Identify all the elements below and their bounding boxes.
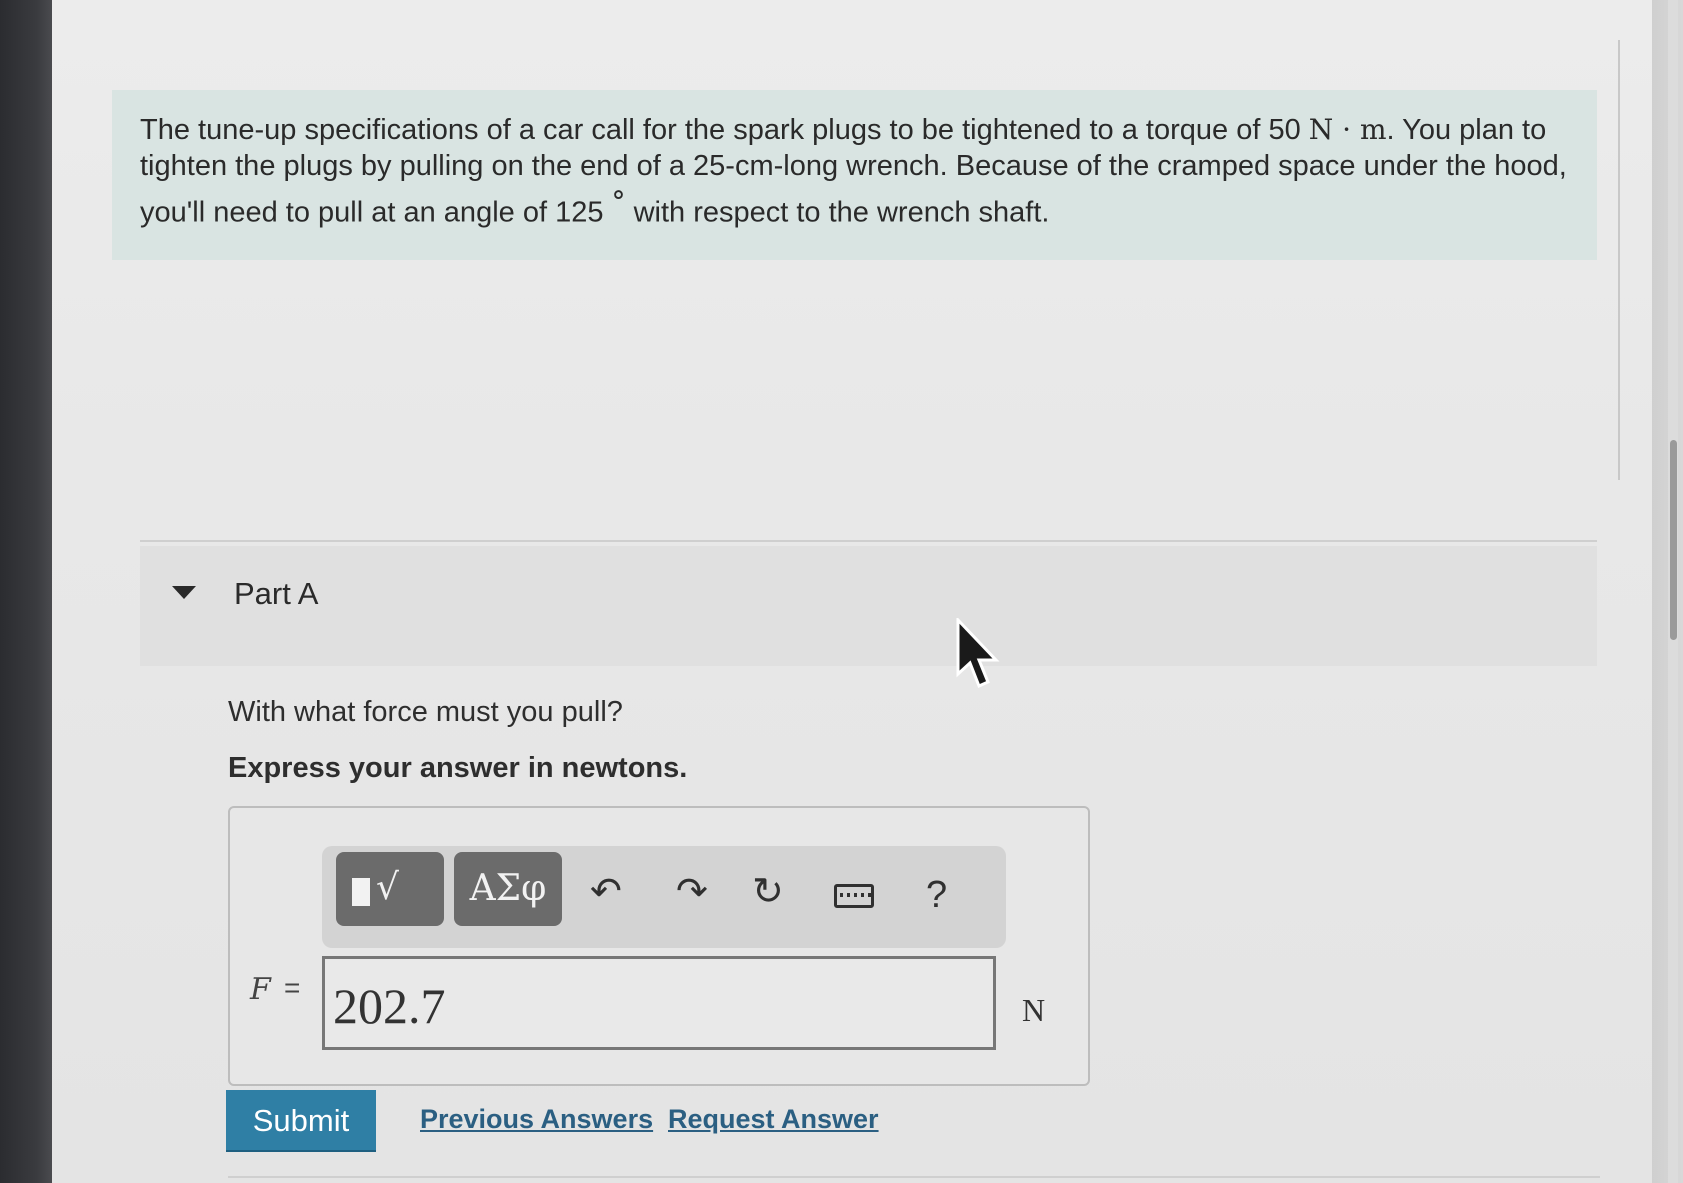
previous-answers-link[interactable]: Previous Answers bbox=[420, 1104, 653, 1135]
submit-button[interactable]: Submit bbox=[226, 1090, 376, 1150]
page-edge-rule bbox=[1618, 40, 1620, 480]
question-text: With what force must you pull? bbox=[228, 696, 623, 728]
part-title[interactable]: Part A bbox=[234, 576, 318, 612]
answer-instruction: Express your answer in newtons. bbox=[228, 752, 688, 784]
monitor-bezel-left bbox=[0, 0, 52, 1183]
answer-input[interactable] bbox=[322, 956, 996, 1050]
problem-statement: The tune-up specifications of a car call… bbox=[112, 90, 1597, 260]
part-a-header[interactable] bbox=[140, 546, 1597, 666]
redo-icon[interactable]: ↷ bbox=[676, 868, 708, 914]
reset-icon[interactable]: ↻ bbox=[752, 868, 784, 914]
bottom-divider bbox=[228, 1176, 1600, 1178]
problem-text: The tune-up specifications of a car call… bbox=[140, 112, 1569, 231]
problem-text-part-1: The tune-up specifications of a car call… bbox=[140, 114, 1301, 146]
torque-unit: N · m bbox=[1308, 113, 1387, 146]
section-divider bbox=[140, 540, 1597, 542]
keyboard-icon[interactable] bbox=[834, 884, 874, 908]
collapse-caret-icon[interactable] bbox=[172, 586, 196, 599]
templates-button[interactable]: √ bbox=[336, 852, 444, 926]
sqrt-template-icon: √ bbox=[376, 867, 399, 908]
answer-variable-label: F bbox=[250, 972, 271, 1007]
scrollbar-thumb[interactable] bbox=[1670, 440, 1677, 640]
equals-sign: = bbox=[284, 972, 301, 1003]
help-icon[interactable]: ? bbox=[926, 874, 947, 917]
degree-symbol: ° bbox=[611, 185, 626, 218]
problem-text-part-3: with respect to the wrench shaft. bbox=[633, 196, 1050, 229]
greek-symbols-button[interactable]: ΑΣφ bbox=[454, 852, 562, 926]
mouse-pointer-icon bbox=[956, 618, 1000, 689]
template-block-icon bbox=[352, 878, 370, 906]
answer-unit-label: N bbox=[1022, 992, 1046, 1028]
request-answer-link[interactable]: Request Answer bbox=[668, 1104, 879, 1135]
undo-icon[interactable]: ↶ bbox=[590, 868, 622, 914]
